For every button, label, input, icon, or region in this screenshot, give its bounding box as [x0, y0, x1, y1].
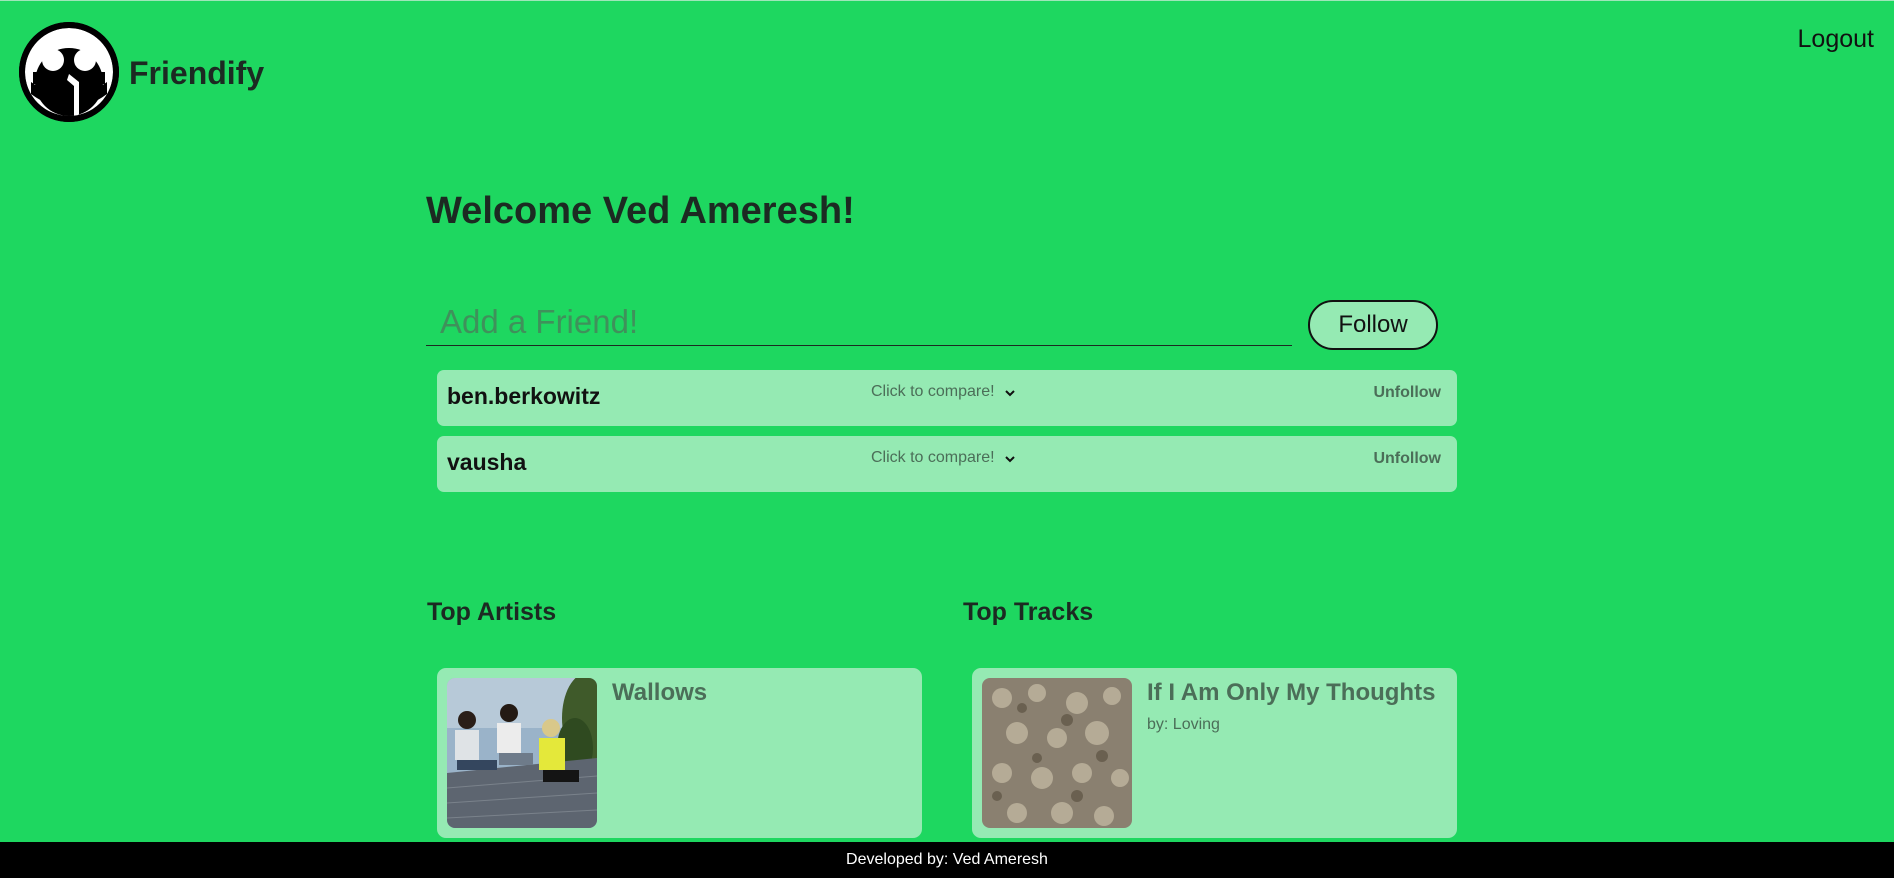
footer: Developed by: Ved Ameresh — [0, 842, 1894, 878]
friend-row: ben.berkowitz Click to compare! Unfollow — [437, 370, 1457, 426]
friend-row: vausha Click to compare! Unfollow — [437, 436, 1457, 492]
track-artist: by: Loving — [1147, 716, 1220, 733]
brand: Friendify — [19, 22, 264, 122]
logout-link[interactable]: Logout — [1798, 25, 1874, 54]
artist-name: Wallows — [612, 679, 708, 706]
compare-label: Click to compare! — [871, 383, 995, 400]
app-name: Friendify — [129, 54, 265, 91]
add-friend-input[interactable] — [426, 298, 1292, 346]
top-border — [0, 0, 1894, 1]
unfollow-button[interactable]: Unfollow — [1373, 450, 1441, 468]
unfollow-button[interactable]: Unfollow — [1373, 384, 1441, 402]
compare-label: Click to compare! — [871, 449, 995, 466]
welcome-heading: Welcome Ved Ameresh! — [426, 190, 855, 232]
friend-name: vausha — [447, 449, 527, 475]
friendify-logo-icon — [19, 22, 119, 122]
top-tracks-title: Top Tracks — [963, 598, 1094, 626]
track-card[interactable]: If I Am Only My Thoughts by: Loving — [972, 668, 1457, 838]
artist-image — [447, 678, 597, 828]
compare-dropdown[interactable]: Click to compare! — [871, 449, 1017, 467]
top-artists-title: Top Artists — [427, 598, 557, 626]
follow-button[interactable]: Follow — [1308, 300, 1438, 350]
artist-card[interactable]: Wallows — [437, 668, 922, 838]
track-name: If I Am Only My Thoughts — [1147, 679, 1436, 706]
chevron-down-icon — [1004, 390, 1015, 397]
track-image — [982, 678, 1132, 828]
footer-credit: Developed by: Ved Ameresh — [846, 851, 1048, 868]
chevron-down-icon — [1004, 456, 1015, 463]
compare-dropdown[interactable]: Click to compare! — [871, 383, 1017, 401]
friend-name: ben.berkowitz — [447, 383, 601, 409]
